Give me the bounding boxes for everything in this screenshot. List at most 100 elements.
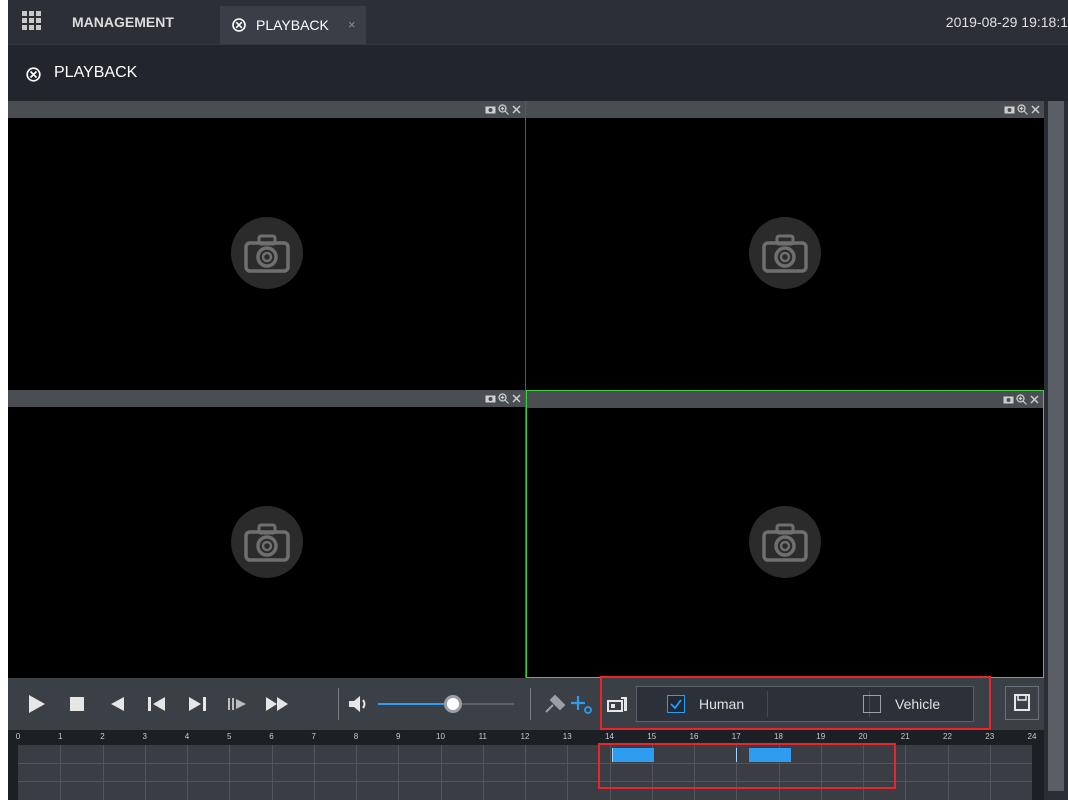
- zoom-in-icon[interactable]: [1017, 104, 1028, 115]
- timeline-hour-label: 6: [269, 732, 274, 741]
- pane-title-bar: [8, 390, 525, 407]
- timeline-hour-label: 0: [15, 732, 21, 741]
- save-clip-button[interactable]: [1005, 686, 1039, 720]
- timeline-hour-gridline: [60, 745, 62, 800]
- previous-frame-icon: [148, 697, 165, 711]
- slow-play-icon: [228, 698, 246, 710]
- timeline-hour-gridline: [525, 745, 526, 800]
- reverse-play-icon: [111, 697, 124, 711]
- recording-marker: [611, 748, 613, 762]
- playback-icon: [26, 67, 41, 82]
- vertical-scrollbar[interactable]: [1044, 101, 1068, 800]
- timeline-hour-gridline: [187, 745, 188, 800]
- controls-separator: [338, 688, 339, 720]
- video-pane-4[interactable]: [526, 390, 1044, 678]
- fast-forward-button[interactable]: [264, 692, 290, 716]
- volume-slider-handle[interactable]: [443, 695, 462, 713]
- no-video-camera-icon: [749, 217, 821, 289]
- grid-divider: [525, 101, 526, 678]
- timeline-hour-label: 24: [1027, 732, 1037, 741]
- human-checkbox[interactable]: [667, 695, 685, 713]
- next-frame-button[interactable]: [184, 692, 210, 716]
- timeline-hour-label: 22: [943, 732, 952, 741]
- timeline-hour-gridline: [863, 745, 864, 800]
- timeline-hour-label: 9: [396, 732, 401, 741]
- recording-marker: [736, 748, 738, 762]
- close-icon[interactable]: [511, 393, 522, 404]
- slow-play-button[interactable]: [224, 692, 250, 716]
- reverse-play-button[interactable]: [104, 692, 130, 716]
- timeline-row-line: [18, 781, 1032, 782]
- timeline-hour-gridline: [102, 745, 104, 800]
- play-button[interactable]: [24, 692, 50, 716]
- timeline-hour-label: 8: [353, 732, 359, 741]
- timeline-hour-gridline: [271, 745, 273, 800]
- tab-management-label: MANAGEMENT: [72, 14, 174, 30]
- stop-icon: [70, 697, 84, 711]
- smart-search-icon: [571, 696, 592, 714]
- tab-playback-label: PLAYBACK: [256, 17, 329, 33]
- checkmark-icon: [670, 699, 682, 710]
- no-video-camera-icon: [749, 506, 821, 578]
- close-icon[interactable]: [1030, 104, 1041, 115]
- stop-button[interactable]: [64, 692, 90, 716]
- vehicle-checkbox[interactable]: [863, 695, 881, 713]
- page-header: PLAYBACK: [8, 44, 1068, 101]
- timeline-hour-label: 11: [478, 732, 487, 741]
- no-video-camera-icon: [230, 217, 303, 289]
- timeline-hour-label: 5: [227, 732, 232, 741]
- close-tab-icon[interactable]: ×: [348, 6, 356, 44]
- smart-search-button[interactable]: [568, 692, 594, 716]
- page-title: PLAYBACK: [54, 64, 138, 81]
- timeline-hour-gridline: [229, 745, 231, 800]
- timeline-row-line: [18, 763, 1032, 764]
- timeline-hour-label: 12: [520, 732, 530, 741]
- grid-menu-icon[interactable]: [22, 11, 42, 31]
- timeline-hour-gridline: [567, 745, 569, 800]
- pane-title-bar: [526, 101, 1044, 118]
- timeline-hour-label: 17: [731, 732, 741, 741]
- human-label[interactable]: Human: [699, 687, 744, 721]
- intelligent-filter-button[interactable]: [604, 692, 630, 716]
- recording-segment[interactable]: [611, 748, 654, 762]
- zoom-in-icon[interactable]: [498, 104, 509, 115]
- timeline-hour-gridline: [398, 745, 400, 800]
- snapshot-icon[interactable]: [1003, 394, 1014, 405]
- tab-management[interactable]: MANAGEMENT: [62, 0, 184, 44]
- timeline-hour-labels: 0 1 2 3 4 5 6 7 8 9 10 11 12 13 14 15 16 17 18 19 20 21 22 23 24: [8, 730, 1044, 744]
- vehicle-label[interactable]: Vehicle: [895, 687, 940, 721]
- timeline-track[interactable]: [18, 745, 1032, 800]
- timeline-hour-gridline: [356, 745, 357, 800]
- system-datetime: 2019-08-29 19:18:1: [945, 14, 1068, 30]
- timeline[interactable]: 0 1 2 3 4 5 6 7 8 9 10 11 12 13 14 15 16 17 18 19 20 21 22 23 24: [8, 730, 1044, 800]
- tab-playback[interactable]: PLAYBACK ×: [220, 6, 366, 44]
- close-icon[interactable]: [511, 104, 522, 115]
- recording-segment[interactable]: [748, 748, 792, 762]
- timeline-hour-label: 13: [562, 732, 572, 741]
- video-pane-2[interactable]: [526, 101, 1044, 389]
- close-icon[interactable]: [1029, 394, 1040, 405]
- popup-divider: [767, 691, 768, 717]
- volume-button[interactable]: [346, 692, 372, 716]
- tag-button[interactable]: [542, 692, 568, 716]
- zoom-in-icon[interactable]: [1016, 394, 1027, 405]
- snapshot-icon[interactable]: [485, 393, 496, 404]
- timeline-hour-label: 1: [58, 732, 63, 741]
- timeline-hour-label: 18: [774, 732, 783, 741]
- video-pane-1[interactable]: [8, 101, 525, 389]
- timeline-hour-gridline: [313, 745, 315, 800]
- intelligent-filter-icon: [607, 697, 627, 712]
- scrollbar-thumb[interactable]: [1048, 101, 1064, 791]
- video-pane-3[interactable]: [8, 390, 525, 678]
- timeline-hour-label: 20: [858, 732, 868, 741]
- timeline-hour-gridline: [609, 745, 611, 800]
- timeline-hour-label: 10: [436, 732, 445, 741]
- timeline-hour-gridline: [694, 745, 695, 800]
- zoom-in-icon[interactable]: [498, 393, 509, 404]
- snapshot-icon[interactable]: [485, 104, 496, 115]
- previous-frame-button[interactable]: [144, 692, 170, 716]
- snapshot-icon[interactable]: [1004, 104, 1015, 115]
- timeline-hour-label: 4: [184, 732, 190, 741]
- timeline-hour-gridline: [482, 745, 484, 800]
- top-tab-bar: MANAGEMENT PLAYBACK × 2019-08-29 19:18:1: [8, 0, 1068, 44]
